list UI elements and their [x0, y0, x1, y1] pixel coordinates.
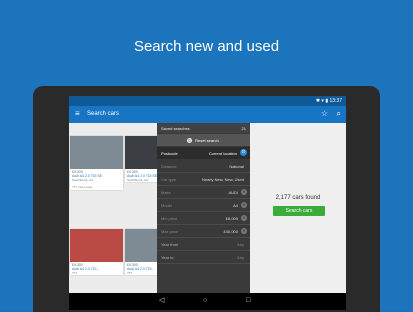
postcode-label: Postcode	[161, 151, 178, 156]
recents-icon[interactable]: □	[246, 297, 250, 305]
status-time: 13:37	[329, 98, 342, 104]
summary-panel: 2,177 cars found Search cars	[250, 123, 346, 293]
filter-label: Distance	[161, 164, 177, 169]
status-icons: ✱ ▾ ▮ 13:37	[316, 98, 342, 104]
status-bar: ✱ ▾ ▮ 13:37	[69, 96, 346, 106]
reset-search-label: Reset search	[195, 137, 219, 143]
back-icon[interactable]: ◁	[159, 297, 164, 305]
car-desc: ???	[72, 271, 78, 275]
result-card[interactable]: £9,300 Audi A4 2.0 TDI... ???	[70, 229, 123, 275]
results-list: £9,300 Audi A4 2.0 TDI SE Southbrook, Ad…	[69, 123, 178, 293]
filter-row-make[interactable]: Make AUDI ✕	[157, 186, 250, 199]
battery-icon: ▮	[325, 98, 329, 104]
app-screen: ✱ ▾ ▮ 13:37 ≡ Search cars ☆ ⌕ £9,300 Aud…	[69, 96, 346, 293]
filter-label: Year from	[161, 242, 179, 247]
postcode-value: Current location	[208, 151, 237, 156]
filter-label: Year to	[161, 255, 174, 260]
bluetooth-icon: ✱	[315, 98, 321, 104]
filter-value: A4	[233, 203, 238, 208]
filter-label: Car type	[161, 177, 177, 182]
filter-value: £8,000	[225, 216, 238, 221]
home-icon[interactable]: ○	[203, 297, 207, 305]
star-icon[interactable]: ☆	[321, 110, 328, 118]
filter-label: Min price	[161, 216, 178, 221]
filter-value: Any	[237, 255, 244, 260]
filter-value: £40,000	[223, 229, 238, 234]
reset-icon: ↻	[187, 137, 192, 143]
filter-label: Max price	[161, 229, 179, 234]
filters-panel: Saved searches 21 ↻ Reset search Postcod…	[157, 123, 250, 293]
filter-row-min-price[interactable]: Min price £8,000 ✕	[157, 212, 250, 225]
filter-row-model[interactable]: Model A4 ✕	[157, 199, 250, 212]
clear-icon[interactable]: ✕	[241, 188, 247, 195]
postcode-row[interactable]: Postcode Current location ⊙	[157, 147, 250, 159]
car-photo	[70, 136, 123, 169]
filter-value: Nearly New, New, Used	[201, 177, 244, 182]
clear-icon[interactable]: ✕	[241, 214, 247, 221]
android-nav-bar: ◁ ○ □	[69, 293, 346, 310]
app-bar: ≡ Search cars ☆ ⌕	[69, 106, 346, 123]
result-card[interactable]: £9,300 Audi A4 2.0 TDI SE Southbrook, Ad…	[70, 136, 123, 190]
filter-label: Make	[161, 190, 171, 195]
wifi-icon: ▾	[321, 98, 324, 104]
saved-searches-row[interactable]: Saved searches 21	[157, 123, 250, 133]
location-icon[interactable]: ⊙	[240, 149, 247, 156]
car-photo	[70, 229, 123, 262]
app-title: Search cars	[87, 111, 120, 117]
filter-value: Any	[237, 242, 244, 247]
menu-icon[interactable]: ≡	[75, 110, 80, 118]
cars-found-count: 2,177 cars found	[275, 195, 321, 201]
filter-value: National	[229, 164, 244, 169]
saved-searches-label: Saved searches	[161, 126, 190, 131]
promo-headline: Search new and used	[133, 38, 280, 55]
search-icon[interactable]: ⌕	[337, 110, 341, 118]
filter-row-distance[interactable]: Distance National	[157, 160, 250, 173]
filter-row-year-to[interactable]: Year to Any	[157, 251, 250, 264]
clear-icon[interactable]: ✕	[241, 227, 247, 234]
saved-searches-count: 21	[241, 126, 246, 131]
filter-row-max-price[interactable]: Max price £40,000 ✕	[157, 225, 250, 238]
filter-label: Model	[161, 203, 172, 208]
filter-row-year-from[interactable]: Year from Any	[157, 238, 250, 251]
search-cars-button[interactable]: Search cars	[273, 206, 325, 216]
reset-search-button[interactable]: ↻ Reset search	[157, 134, 250, 146]
filter-value: AUDI	[228, 190, 238, 195]
car-distance: ??? miles away	[72, 185, 93, 189]
clear-icon[interactable]: ✕	[241, 201, 247, 208]
filter-row-car-type[interactable]: Car type Nearly New, New, Used	[157, 173, 250, 186]
